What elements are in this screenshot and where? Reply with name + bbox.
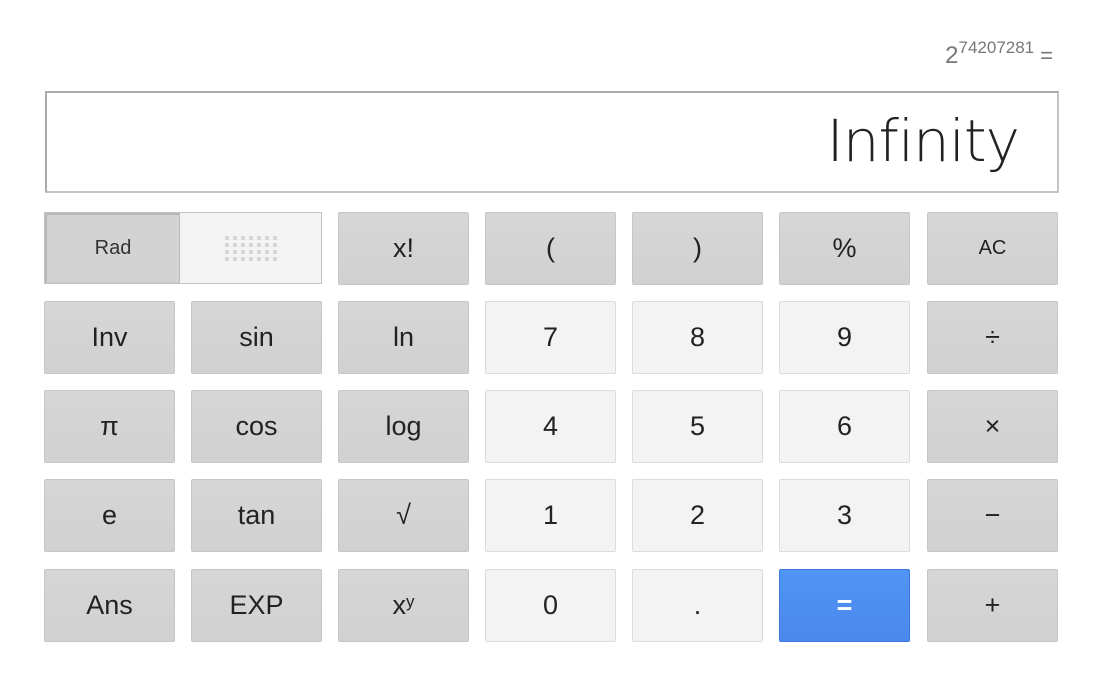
digit-1-button[interactable]: 1 [485,479,616,552]
digit-7-button[interactable]: 7 [485,301,616,374]
exp-button[interactable]: EXP [191,569,322,642]
cos-button[interactable]: cos [191,390,322,463]
digit-8-button[interactable]: 8 [632,301,763,374]
deg-mode-button[interactable] [180,213,321,283]
result-display: Infinity [45,91,1059,193]
minus-button[interactable]: − [927,479,1058,552]
power-button[interactable]: xy [338,569,469,642]
power-base: x [392,590,407,620]
square-root-button[interactable]: √ [338,479,469,552]
ln-button[interactable]: ln [338,301,469,374]
history-base: 2 [945,42,959,69]
equals-button[interactable]: = [779,569,910,642]
inverse-button[interactable]: Inv [44,301,175,374]
history-equals: = [1040,43,1053,68]
digit-4-button[interactable]: 4 [485,390,616,463]
loading-dots-icon [224,235,277,261]
digit-9-button[interactable]: 9 [779,301,910,374]
open-paren-button[interactable]: ( [485,212,616,285]
tan-button[interactable]: tan [191,479,322,552]
factorial-button[interactable]: x! [338,212,469,285]
close-paren-button[interactable]: ) [632,212,763,285]
digit-6-button[interactable]: 6 [779,390,910,463]
plus-button[interactable]: + [927,569,1058,642]
power-exponent: y [406,591,415,611]
e-button[interactable]: e [44,479,175,552]
expression-history: 274207281 = [945,39,1053,70]
digit-2-button[interactable]: 2 [632,479,763,552]
multiply-button[interactable]: × [927,390,1058,463]
digit-3-button[interactable]: 3 [779,479,910,552]
result-value: Infinity [826,107,1020,175]
digit-5-button[interactable]: 5 [632,390,763,463]
history-exponent: 74207281 [958,38,1035,57]
all-clear-button[interactable]: AC [927,212,1058,285]
divide-button[interactable]: ÷ [927,301,1058,374]
rad-mode-button[interactable]: Rad [45,213,180,283]
digit-0-button[interactable]: 0 [485,569,616,642]
pi-button[interactable]: π [44,390,175,463]
log-button[interactable]: log [338,390,469,463]
angle-mode-toggle[interactable]: Rad [44,212,322,284]
decimal-button[interactable]: . [632,569,763,642]
percent-button[interactable]: % [779,212,910,285]
answer-button[interactable]: Ans [44,569,175,642]
sin-button[interactable]: sin [191,301,322,374]
